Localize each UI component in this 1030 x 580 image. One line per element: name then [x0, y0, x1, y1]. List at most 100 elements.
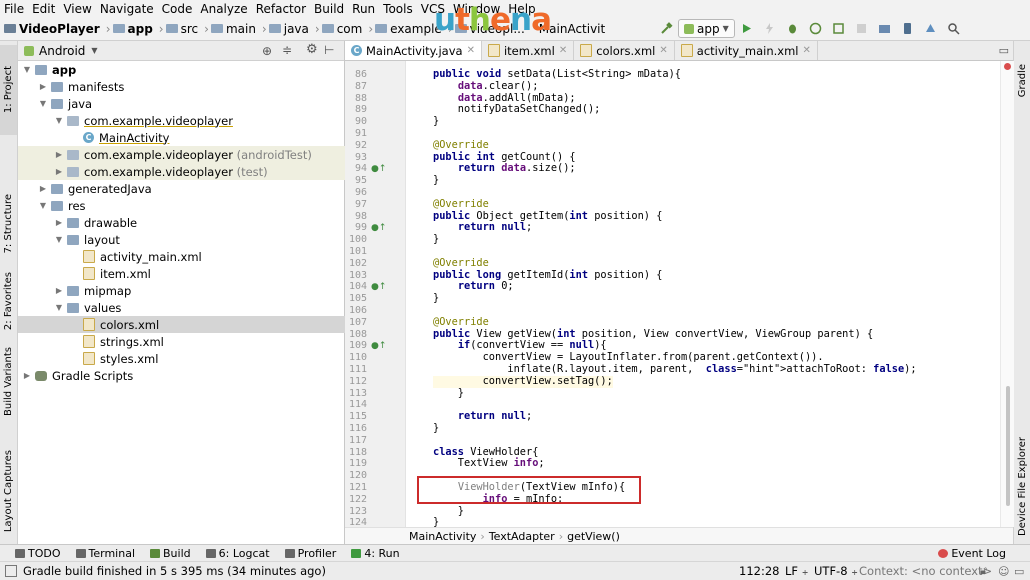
code-line[interactable]: return 0; — [433, 280, 514, 293]
tree-item-package-androidtest[interactable]: ▶ com.example.videoplayer (androidTest) — [18, 146, 380, 163]
close-icon[interactable]: ✕ — [803, 45, 811, 56]
nav-crumb-main[interactable]: main — [210, 22, 256, 36]
toggle-tool-windows-icon[interactable] — [5, 565, 17, 577]
file-encoding[interactable]: UTF-8 ÷ — [814, 564, 858, 578]
breadcrumb-class[interactable]: MainActivity — [409, 530, 476, 543]
breadcrumb-inner-class[interactable]: TextAdapter — [489, 530, 555, 543]
run-configuration-select[interactable]: app ▼ — [678, 19, 735, 38]
menu-code[interactable]: Code — [158, 2, 197, 16]
nav-crumb-example[interactable]: example — [375, 22, 442, 36]
search-icon[interactable] — [947, 22, 960, 35]
avd-manager-icon[interactable] — [901, 22, 914, 35]
code-line[interactable]: notifyDataSetChanged(); — [433, 104, 601, 116]
close-icon[interactable]: ✕ — [467, 45, 475, 56]
tool-tab-gradle[interactable]: Gradle — [1014, 56, 1030, 106]
error-indicator-icon[interactable] — [1004, 63, 1011, 70]
code-line[interactable]: } — [433, 233, 439, 246]
tool-button-logcat[interactable]: 6: Logcat — [205, 547, 270, 560]
gear-icon[interactable]: ⚙ — [306, 42, 318, 57]
tab-item-xml[interactable]: item.xml ✕ — [482, 41, 575, 60]
code-line[interactable]: } — [433, 174, 439, 187]
close-icon[interactable]: ✕ — [659, 45, 667, 56]
lock-icon[interactable]: 🔓︎ — [980, 564, 987, 578]
tool-button-profiler[interactable]: Profiler — [284, 547, 336, 560]
sync-gradle-icon[interactable] — [878, 22, 891, 35]
debug-icon[interactable] — [786, 22, 799, 35]
nav-crumb-com[interactable]: com — [321, 22, 362, 36]
override-marker-icon[interactable]: ●↑ — [371, 341, 386, 351]
menu-file[interactable]: File — [0, 2, 28, 16]
code-line[interactable]: } — [433, 517, 439, 527]
menu-tools[interactable]: Tools — [379, 2, 417, 16]
code-line[interactable]: } — [433, 387, 464, 400]
tab-mainactivity-java[interactable]: C MainActivity.java ✕ — [345, 41, 482, 60]
caret-position[interactable]: 112:28 — [739, 564, 779, 578]
close-icon[interactable]: ✕ — [559, 45, 567, 56]
override-marker-icon[interactable]: ●↑ — [371, 164, 386, 174]
tool-button-event-log[interactable]: Event Log — [938, 547, 1006, 560]
status-message[interactable]: Gradle build finished in 5 s 395 ms (34 … — [23, 564, 326, 578]
tool-button-terminal[interactable]: Terminal — [75, 547, 135, 560]
hide-icon[interactable]: ⊢ — [324, 43, 334, 57]
inspector-icon[interactable]: ☺︎ — [998, 565, 1009, 578]
context-indicator[interactable]: Context: <no context> — [859, 564, 992, 578]
menu-view[interactable]: View — [59, 2, 95, 16]
project-view-select[interactable]: Android — [39, 44, 85, 58]
menu-navigate[interactable]: Navigate — [96, 2, 158, 16]
nav-crumb-project[interactable]: VideoPlayer — [4, 22, 100, 36]
breadcrumb-method[interactable]: getView() — [567, 530, 620, 543]
stop-icon[interactable] — [855, 22, 868, 35]
tool-button-build[interactable]: Build — [150, 547, 191, 560]
hammer-icon[interactable] — [660, 22, 673, 35]
tree-item-package-test[interactable]: ▶ com.example.videoplayer (test) — [18, 163, 380, 180]
menu-build[interactable]: Build — [310, 2, 348, 16]
override-marker-icon[interactable]: ●↑ — [371, 223, 386, 233]
tree-item-layout[interactable]: ▼ layout — [18, 231, 380, 248]
override-marker-icon[interactable]: ●↑ — [371, 282, 386, 292]
tool-tab-project[interactable]: 1: Project — [0, 45, 17, 135]
menu-refactor[interactable]: Refactor — [252, 2, 310, 16]
tree-item-manifests[interactable]: ▶ manifests — [18, 78, 364, 95]
code-line[interactable]: } — [433, 422, 439, 435]
tool-button-todo[interactable]: TODO — [15, 547, 61, 560]
tab-activity-main-xml[interactable]: activity_main.xml ✕ — [675, 41, 818, 60]
tree-item-values[interactable]: ▼ values — [18, 299, 380, 316]
chevron-down-icon[interactable]: ▼ — [91, 46, 97, 55]
tree-item-app[interactable]: ▼ app — [18, 61, 348, 78]
attach-debugger-icon[interactable] — [832, 22, 845, 35]
menu-edit[interactable]: Edit — [28, 2, 59, 16]
scrollbar-thumb[interactable] — [1006, 386, 1010, 506]
tab-colors-xml[interactable]: colors.xml ✕ — [574, 41, 675, 60]
editor-scrollbar[interactable] — [1000, 61, 1014, 527]
sync-icon[interactable]: ⊕ — [262, 44, 272, 58]
code-line[interactable]: } — [433, 292, 439, 305]
run-icon[interactable] — [740, 22, 753, 35]
menu-run[interactable]: Run — [348, 2, 379, 16]
menu-analyze[interactable]: Analyze — [196, 2, 251, 16]
tool-tab-build-variants[interactable]: Build Variants — [0, 341, 17, 421]
nav-crumb-java[interactable]: java — [268, 22, 309, 36]
code-line[interactable]: return null; — [433, 221, 532, 234]
tree-item-java[interactable]: ▼ java — [18, 95, 364, 112]
code-line[interactable]: return data.size(); — [433, 162, 576, 175]
nav-crumb-app[interactable]: app — [112, 22, 153, 36]
code-line[interactable]: convertView.setTag(); — [433, 375, 613, 388]
nav-crumb-src[interactable]: src — [165, 22, 198, 36]
code-line[interactable]: data.clear(); — [433, 80, 539, 93]
line-separator[interactable]: LF ÷ — [785, 564, 808, 578]
tree-item-gradle-scripts[interactable]: ▶ Gradle Scripts — [18, 367, 348, 384]
profile-icon[interactable] — [809, 22, 822, 35]
code-line[interactable]: return null; — [433, 410, 532, 423]
tool-tab-layout-captures[interactable]: Layout Captures — [0, 441, 17, 541]
collapse-all-icon[interactable]: ≑ — [282, 43, 292, 57]
notifications-icon[interactable]: ▭ — [1014, 565, 1024, 578]
tree-item-mipmap[interactable]: ▶ mipmap — [18, 282, 380, 299]
tool-tab-structure[interactable]: 7: Structure — [0, 176, 17, 271]
tree-item-res[interactable]: ▼ res — [18, 197, 364, 214]
code-line[interactable]: TextView info; — [433, 457, 545, 470]
tree-item-package-main[interactable]: ▼ com.example.videoplayer — [18, 112, 380, 129]
tree-item-generatedjava[interactable]: ▶ generatedJava — [18, 180, 364, 197]
split-editor-icon[interactable]: ▭ — [999, 44, 1009, 57]
tool-tab-favorites[interactable]: 2: Favorites — [0, 261, 17, 341]
code-line[interactable]: } — [433, 115, 439, 128]
